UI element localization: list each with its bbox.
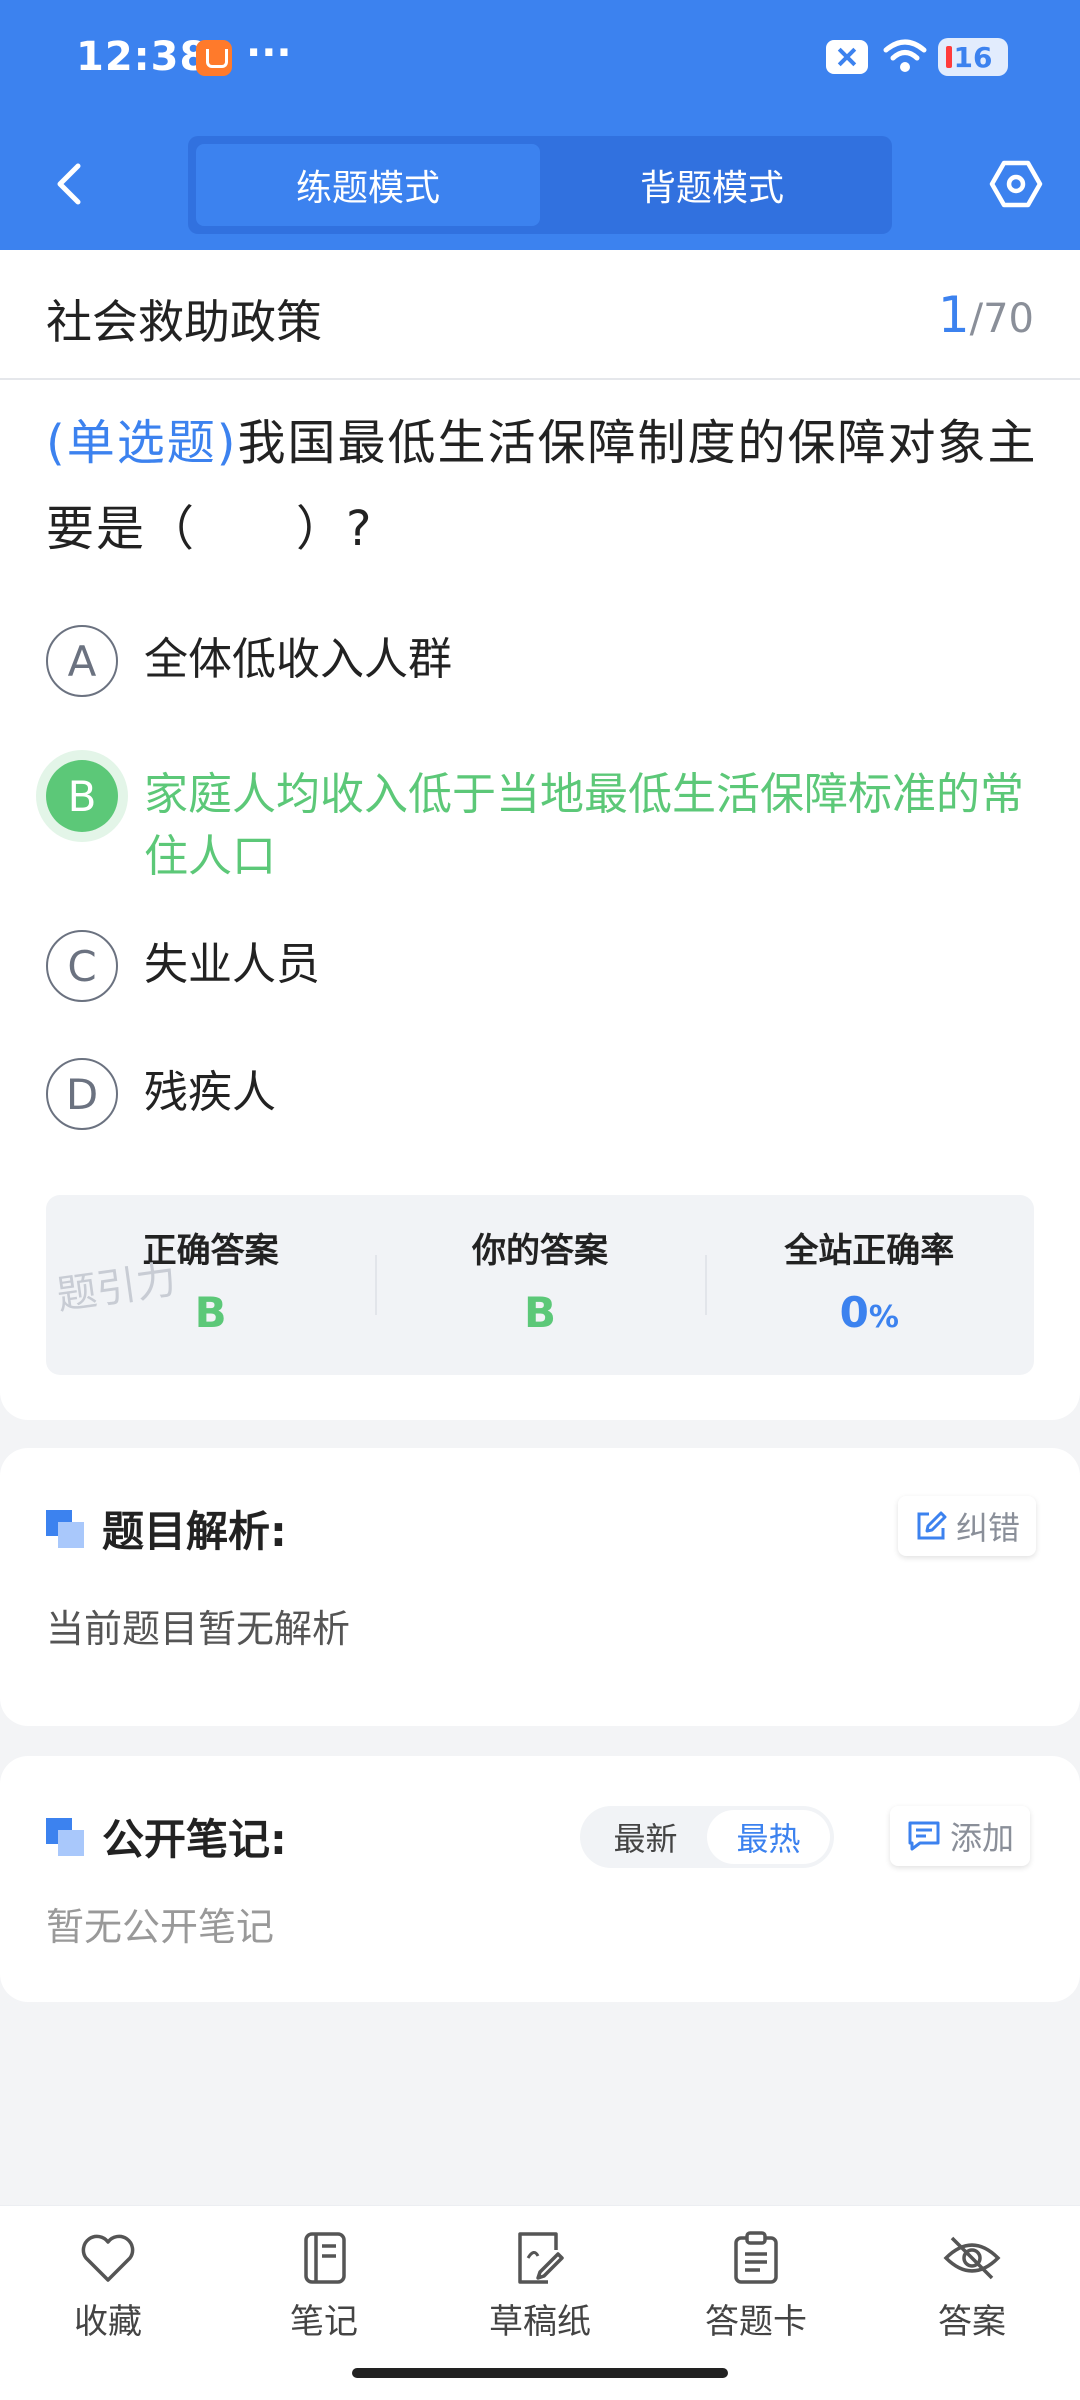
heart-icon: [81, 2234, 135, 2282]
option-text: 全体低收入人群: [144, 634, 452, 685]
option-text: 家庭人均收入低于当地最低生活保障标准的常住人口: [144, 769, 1024, 882]
favorite-button[interactable]: 收藏: [0, 2206, 216, 2400]
option-letter: A: [46, 625, 118, 697]
option-letter: C: [46, 930, 118, 1002]
option-d[interactable]: D 残疾人: [46, 1058, 1046, 1130]
notification-app-icon: [196, 40, 232, 76]
your-answer-stat: 你的答案 B: [375, 1195, 704, 1375]
accuracy-rate-stat: 全站正确率 0%: [704, 1195, 1034, 1375]
show-answer-label: 答案: [938, 2302, 1006, 2342]
section-squares-icon: [46, 1509, 84, 1548]
stat-label: 全站正确率: [784, 1231, 955, 1271]
add-note-button[interactable]: 添加: [890, 1806, 1031, 1866]
your-answer-value: B: [523, 1288, 556, 1337]
show-answer-button[interactable]: 答案: [864, 2206, 1080, 2400]
no-sim-icon: [826, 40, 868, 74]
notes-title: 公开笔记:: [46, 1806, 287, 1867]
draft-icon: [518, 2232, 564, 2284]
status-time: 12:38: [76, 34, 209, 80]
notes-sort-toggle: 最新 最热: [580, 1806, 834, 1868]
question-type: (单选题): [46, 415, 238, 471]
stat-label: 你的答案: [471, 1231, 608, 1271]
notes-title-text: 公开笔记:: [102, 1815, 287, 1864]
tab-practice-mode[interactable]: 练题模式: [196, 144, 540, 226]
accuracy-rate-value: 0%: [705, 1288, 1034, 1337]
status-bar: 12:38 ··· 16: [0, 0, 1080, 120]
wifi-icon: [883, 39, 927, 72]
eye-off-icon: [943, 2236, 1001, 2280]
current-question-number: 1: [937, 286, 970, 344]
settings-icon[interactable]: [988, 156, 1044, 212]
favorite-label: 收藏: [74, 2302, 142, 2342]
answer-stats-panel: 正确答案 B 你的答案 B 全站正确率 0%: [46, 1195, 1034, 1375]
option-c[interactable]: C 失业人员: [46, 930, 1046, 1002]
analysis-title-text: 题目解析:: [102, 1507, 287, 1556]
option-text: 残疾人: [144, 1067, 276, 1118]
add-note-label: 添加: [950, 1819, 1015, 1857]
app-screen: 12:38 ··· 16 练题模式 背题模式 社会救助政策 1/70 (单选题)…: [0, 0, 1080, 2400]
chapter-title: 社会救助政策: [46, 295, 322, 349]
home-indicator[interactable]: [352, 2368, 728, 2378]
question-stem: (单选题)我国最低生活保障制度的保障对象主要是（ ）?: [46, 400, 1046, 572]
tab-memorize-mode[interactable]: 背题模式: [540, 144, 884, 226]
analysis-section: 题目解析: 纠错 当前题目暂无解析: [0, 1448, 1080, 1726]
report-error-label: 纠错: [956, 1509, 1021, 1547]
more-notifications-icon: ···: [246, 30, 292, 76]
question-counter: 1/70: [938, 286, 1034, 344]
option-b[interactable]: B 家庭人均收入低于当地最低生活保障标准的常住人口: [46, 760, 1046, 888]
public-notes-section: 公开笔记: 最新 最热 添加 暂无公开笔记: [0, 1756, 1080, 2002]
answer-sheet-label: 答题卡: [705, 2302, 807, 2342]
back-arrow-icon[interactable]: [40, 154, 100, 214]
comment-icon: [908, 1821, 940, 1851]
option-letter: D: [46, 1058, 118, 1130]
sort-latest-option[interactable]: 最新: [584, 1810, 707, 1864]
analysis-body: 当前题目暂无解析: [46, 1607, 351, 1651]
battery-indicator: 16: [938, 38, 1008, 76]
rate-number: 0: [839, 1288, 869, 1337]
notebook-icon: [304, 2232, 346, 2284]
notes-label: 笔记: [290, 2302, 358, 2342]
nav-bar: 练题模式 背题模式: [0, 130, 1080, 240]
question-card: 社会救助政策 1/70 (单选题)我国最低生活保障制度的保障对象主要是（ ）? …: [0, 250, 1080, 1420]
notes-empty-text: 暂无公开笔记: [46, 1905, 275, 1949]
top-bar: 12:38 ··· 16 练题模式 背题模式: [0, 0, 1080, 250]
report-error-button[interactable]: 纠错: [898, 1496, 1037, 1556]
section-squares-icon: [46, 1817, 84, 1856]
analysis-title: 题目解析:: [46, 1498, 287, 1559]
question-header: 社会救助政策 1/70: [0, 250, 1080, 380]
draft-paper-label: 草稿纸: [489, 2302, 591, 2342]
sort-hot-option[interactable]: 最热: [707, 1810, 830, 1864]
total-questions: /70: [969, 296, 1034, 342]
mode-segmented-control: 练题模式 背题模式: [188, 136, 892, 234]
edit-icon: [917, 1511, 947, 1540]
clipboard-icon: [734, 2231, 778, 2284]
rate-unit: %: [868, 1300, 899, 1335]
option-letter: B: [46, 760, 118, 832]
option-text: 失业人员: [144, 939, 320, 990]
option-a[interactable]: A 全体低收入人群: [46, 625, 1046, 697]
